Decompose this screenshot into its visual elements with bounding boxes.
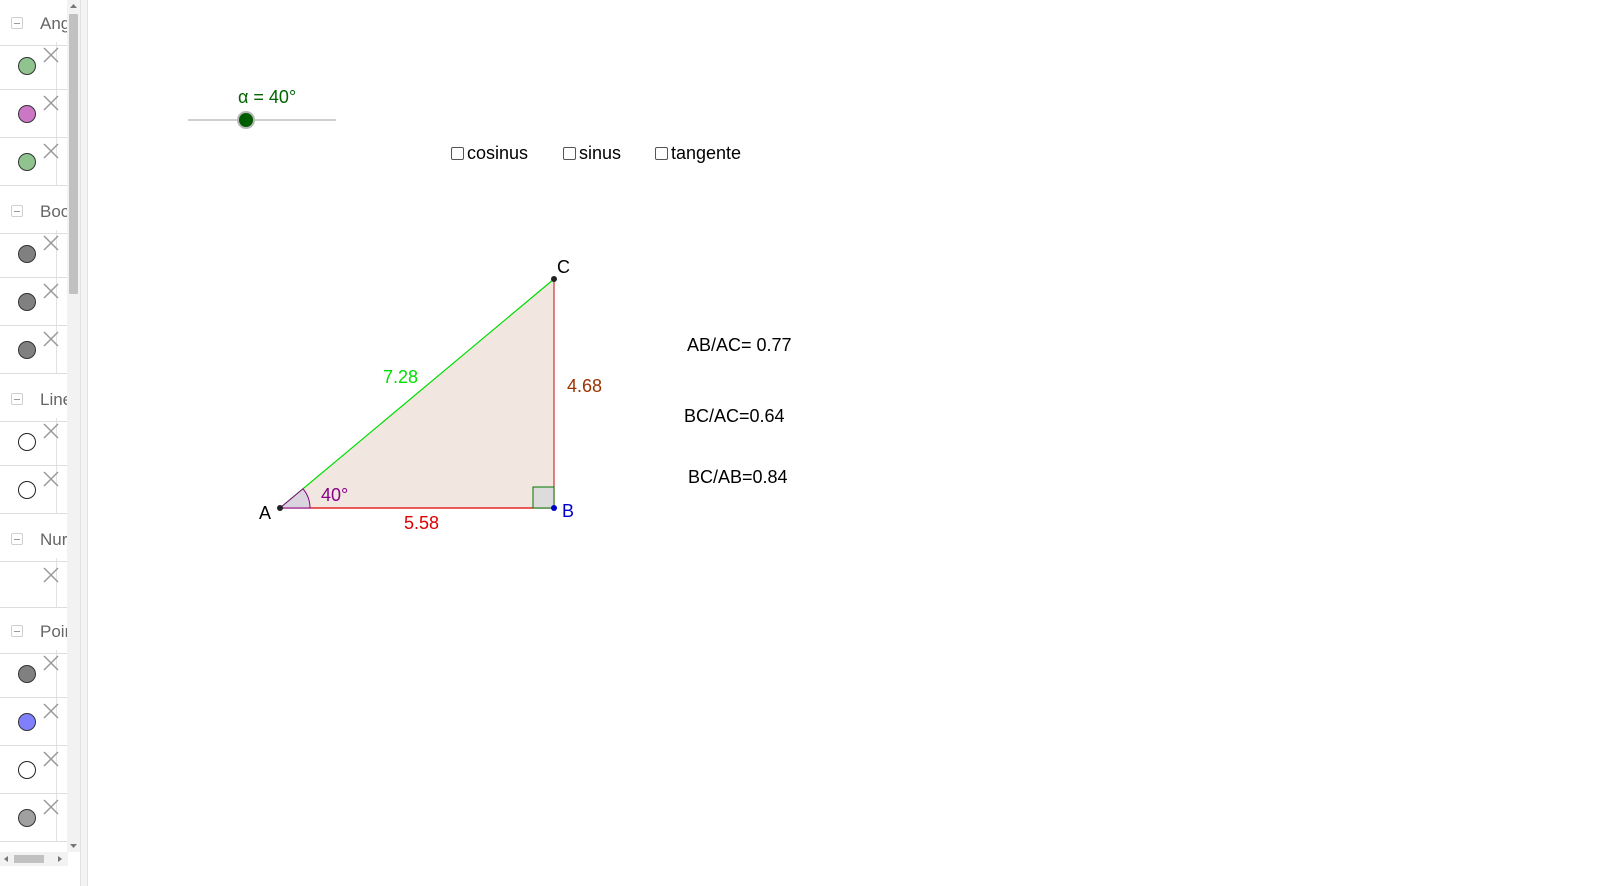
group-label: Boc: [40, 202, 70, 221]
collapse-icon[interactable]: [11, 17, 23, 29]
delete-icon[interactable]: [42, 422, 60, 440]
visibility-marble-icon[interactable]: [18, 57, 36, 75]
checkbox-label: cosinus: [467, 142, 529, 163]
algebra-item[interactable]: [0, 42, 68, 90]
visibility-marble-icon[interactable]: [18, 293, 36, 311]
algebra-item[interactable]: [0, 794, 68, 842]
scroll-right-icon[interactable]: [54, 853, 66, 865]
group-header-angle[interactable]: Ang: [0, 0, 71, 46]
delete-icon[interactable]: [42, 94, 60, 112]
ratio-bc-ac[interactable]: BC/AC=0.64: [684, 406, 785, 427]
delete-icon[interactable]: [42, 798, 60, 816]
algebra-item[interactable]: [0, 278, 68, 326]
algebra-item[interactable]: [0, 326, 68, 374]
triangle-polygon[interactable]: [280, 279, 554, 508]
view-divider[interactable]: [80, 0, 88, 886]
ratio-bc-ab[interactable]: BC/AB=0.84: [688, 467, 788, 488]
delete-icon[interactable]: [42, 282, 60, 300]
scroll-left-icon[interactable]: [0, 853, 12, 865]
collapse-icon[interactable]: [11, 533, 23, 545]
algebra-item[interactable]: [0, 650, 68, 698]
group-label: Nur: [40, 530, 68, 549]
algebra-item[interactable]: [0, 558, 68, 608]
visibility-marble-icon[interactable]: [18, 809, 36, 827]
visibility-marble-icon[interactable]: [18, 665, 36, 683]
scrollbar-thumb[interactable]: [69, 14, 78, 294]
horizontal-scrollbar[interactable]: [0, 852, 68, 866]
side-bc-length: 4.68: [567, 376, 602, 396]
vertical-scrollbar[interactable]: [67, 0, 80, 852]
scroll-down-icon[interactable]: [67, 840, 80, 852]
collapse-icon[interactable]: [11, 393, 23, 405]
delete-icon[interactable]: [42, 234, 60, 252]
algebra-item[interactable]: [0, 138, 68, 186]
checkbox-sinus[interactable]: sinus: [563, 143, 621, 163]
checkbox-box[interactable]: [451, 146, 464, 160]
visibility-marble-icon[interactable]: [18, 433, 36, 451]
checkbox-box[interactable]: [655, 146, 668, 160]
checkbox-label: sinus: [579, 142, 622, 163]
scroll-up-icon[interactable]: [67, 0, 80, 12]
scrollbar-thumb[interactable]: [14, 855, 44, 863]
algebra-item[interactable]: [0, 418, 68, 466]
delete-icon[interactable]: [42, 330, 60, 348]
delete-icon[interactable]: [42, 566, 60, 584]
collapse-icon[interactable]: [11, 625, 23, 637]
group-label: Poir: [40, 622, 71, 641]
delete-icon[interactable]: [42, 470, 60, 488]
algebra-item[interactable]: [0, 698, 68, 746]
ratio-ab-ac[interactable]: AB/AC= 0.77: [687, 335, 792, 356]
side-ab-length: 5.58: [404, 513, 439, 533]
algebra-view: Ang Boc Line Nur Poir: [0, 0, 80, 886]
slider-handle[interactable]: [238, 113, 253, 127]
visibility-marble-icon[interactable]: [18, 153, 36, 171]
checkbox-tangente[interactable]: tangente: [655, 143, 741, 163]
checkbox-label: tangente: [671, 142, 742, 163]
delete-icon[interactable]: [42, 46, 60, 64]
delete-icon[interactable]: [42, 142, 60, 160]
group-header-number[interactable]: Nur: [0, 516, 68, 562]
delete-icon[interactable]: [42, 702, 60, 720]
group-header-line[interactable]: Line: [0, 376, 72, 422]
side-ac-length: 7.28: [383, 367, 418, 387]
group-header-point[interactable]: Poir: [0, 608, 71, 654]
visibility-marble-icon[interactable]: [18, 245, 36, 263]
visibility-marble-icon[interactable]: [18, 341, 36, 359]
slider-label: α = 40°: [238, 87, 297, 107]
checkbox-box[interactable]: [563, 146, 576, 160]
point-b-label: B: [562, 501, 574, 521]
point-c-label: C: [557, 257, 570, 277]
algebra-item[interactable]: [0, 230, 68, 278]
algebra-item[interactable]: [0, 466, 68, 514]
group-header-boolean[interactable]: Boc: [0, 188, 70, 234]
visibility-marble-icon[interactable]: [18, 481, 36, 499]
algebra-item[interactable]: [0, 746, 68, 794]
triangle-construction: A B C 5.58 4.68 7.28 40°: [259, 257, 602, 533]
group-label: Ang: [40, 14, 71, 33]
algebra-item[interactable]: [0, 90, 68, 138]
checkbox-cosinus[interactable]: cosinus: [451, 143, 528, 163]
slider-track[interactable]: [188, 119, 336, 121]
visibility-marble-icon[interactable]: [18, 105, 36, 123]
visibility-marble-icon[interactable]: [18, 713, 36, 731]
point-a-label: A: [259, 503, 271, 523]
visibility-marble-icon[interactable]: [18, 761, 36, 779]
delete-icon[interactable]: [42, 750, 60, 768]
delete-icon[interactable]: [42, 654, 60, 672]
collapse-icon[interactable]: [11, 205, 23, 217]
